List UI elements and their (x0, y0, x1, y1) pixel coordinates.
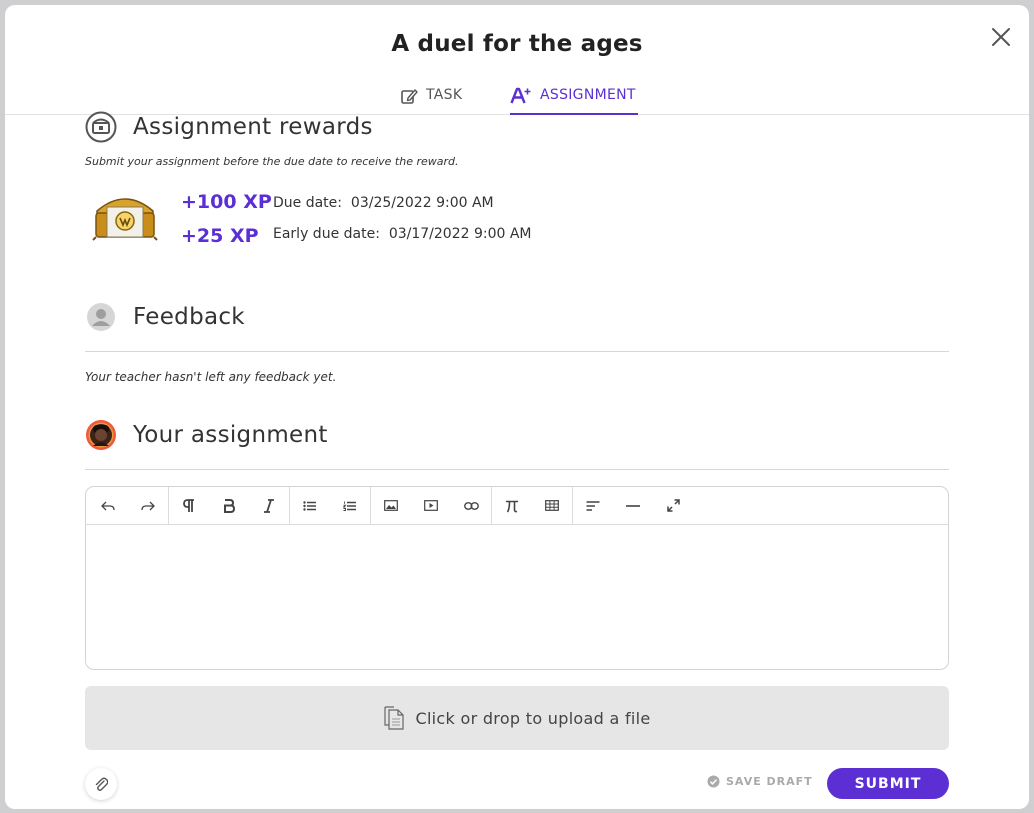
assignment-divider (85, 469, 949, 470)
paragraph-icon (183, 498, 194, 512)
early-due-date-value: 03/17/2022 9:00 AM (388, 226, 532, 242)
rewards-header: Assignment rewards (85, 111, 373, 143)
image-icon (384, 500, 398, 511)
rewards-note: Submit your assignment before the due da… (85, 155, 459, 168)
file-upload-dropzone[interactable]: Click or drop to upload a file (85, 686, 949, 750)
rewards-heading: Assignment rewards (133, 114, 373, 140)
bold-button[interactable] (209, 487, 249, 525)
a-plus-icon (510, 87, 531, 104)
feedback-divider (85, 351, 949, 352)
xp-reward: +100 XP (181, 191, 272, 213)
gold-chest-icon (92, 198, 158, 241)
toolbar-group-insert (492, 486, 573, 525)
toolbar-group-media (371, 486, 492, 525)
redo-button[interactable] (128, 487, 168, 525)
editor-text-area[interactable] (86, 525, 948, 669)
fullscreen-button[interactable] (653, 487, 693, 525)
undo-button[interactable] (88, 487, 128, 525)
attach-button[interactable] (85, 768, 117, 800)
assignment-modal: A duel for the ages TASK ASSIGNMENT Assi… (5, 5, 1029, 809)
feedback-heading: Feedback (133, 304, 245, 330)
due-date-label: Due date: (273, 195, 343, 211)
align-left-button[interactable] (573, 487, 613, 525)
student-avatar-icon (86, 420, 116, 450)
early-due-date: Early due date: 03/17/2022 9:00 AM (273, 226, 532, 242)
early-xp-reward: +25 XP (181, 225, 259, 247)
align-left-icon (586, 500, 600, 511)
upload-label: Click or drop to upload a file (415, 708, 651, 728)
toolbar-group-layout (573, 487, 693, 525)
horizontal-rule-button[interactable] (613, 487, 653, 525)
math-button[interactable] (492, 487, 532, 525)
early-due-date-label: Early due date: (273, 226, 380, 242)
numbered-list-icon (343, 501, 356, 511)
due-date: Due date: 03/25/2022 9:00 AM (273, 195, 494, 211)
edit-icon (401, 89, 418, 104)
fullscreen-icon (666, 499, 680, 512)
italic-icon (264, 498, 274, 513)
numbered-list-button[interactable] (330, 487, 370, 525)
toolbar-group-lists (290, 486, 371, 525)
pi-icon (506, 500, 518, 512)
link-icon (463, 501, 479, 510)
rewards-row: +100 XP +25 XP Due date: 03/25/2022 9:00… (85, 185, 685, 255)
file-icon (384, 706, 405, 730)
video-icon (424, 500, 438, 511)
treasure-chest-icon (85, 111, 117, 143)
link-button[interactable] (451, 487, 491, 525)
redo-icon (141, 501, 155, 510)
bold-icon (224, 498, 235, 513)
video-button[interactable] (411, 487, 451, 525)
toolbar-group-history (88, 486, 169, 525)
due-date-value: 03/25/2022 9:00 AM (350, 195, 494, 211)
teacher-avatar-icon (87, 303, 115, 331)
undo-icon (101, 501, 115, 510)
assignment-header: Your assignment (85, 419, 328, 451)
tab-assignment-label: ASSIGNMENT (540, 87, 636, 103)
save-draft-label: SAVE DRAFT (726, 775, 813, 788)
image-button[interactable] (371, 487, 411, 525)
toolbar-group-format (169, 486, 290, 525)
tab-task-label: TASK (426, 87, 463, 103)
tab-bar: TASK ASSIGNMENT (5, 81, 1029, 115)
horizontal-rule-icon (626, 504, 640, 507)
italic-button[interactable] (249, 487, 289, 525)
table-button[interactable] (532, 487, 572, 525)
submit-button[interactable]: SUBMIT (827, 768, 949, 799)
tab-task[interactable]: TASK (400, 81, 462, 115)
bullet-list-icon (303, 500, 316, 511)
paragraph-button[interactable] (169, 487, 209, 525)
table-icon (545, 500, 559, 511)
feedback-note: Your teacher hasn't left any feedback ye… (85, 370, 337, 384)
bullet-list-button[interactable] (290, 487, 330, 525)
feedback-header: Feedback (85, 301, 245, 333)
modal-title: A duel for the ages (391, 31, 643, 57)
rich-text-editor (85, 486, 949, 670)
tab-assignment[interactable]: ASSIGNMENT (510, 81, 638, 115)
editor-toolbar (86, 486, 948, 525)
check-circle-icon (707, 775, 720, 788)
paperclip-icon (95, 777, 108, 791)
assignment-heading: Your assignment (133, 422, 328, 448)
save-draft-button[interactable]: SAVE DRAFT (707, 775, 813, 788)
